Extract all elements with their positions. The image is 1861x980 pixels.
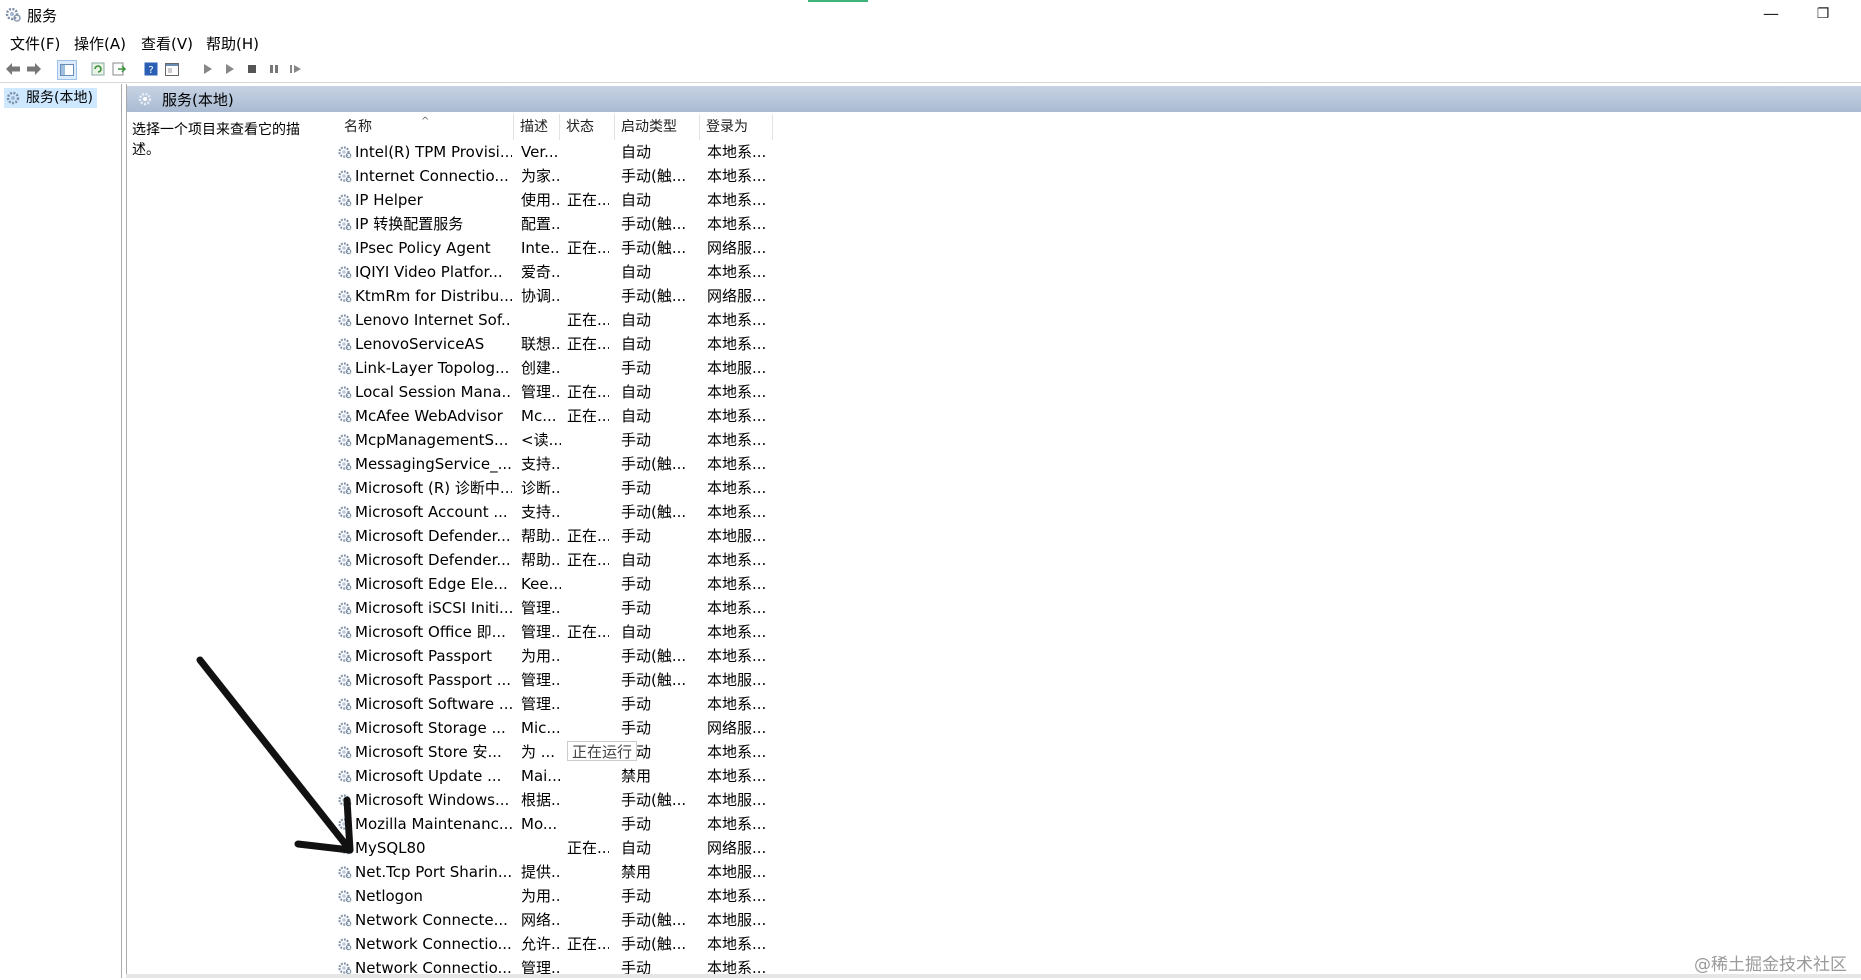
watermark: @稀土掘金技术社区 bbox=[1694, 955, 1847, 975]
horizontal-scrollbar[interactable] bbox=[126, 974, 1861, 978]
annotation-arrow-icon bbox=[196, 656, 354, 854]
cell-status: 正在运行 bbox=[567, 741, 637, 761]
